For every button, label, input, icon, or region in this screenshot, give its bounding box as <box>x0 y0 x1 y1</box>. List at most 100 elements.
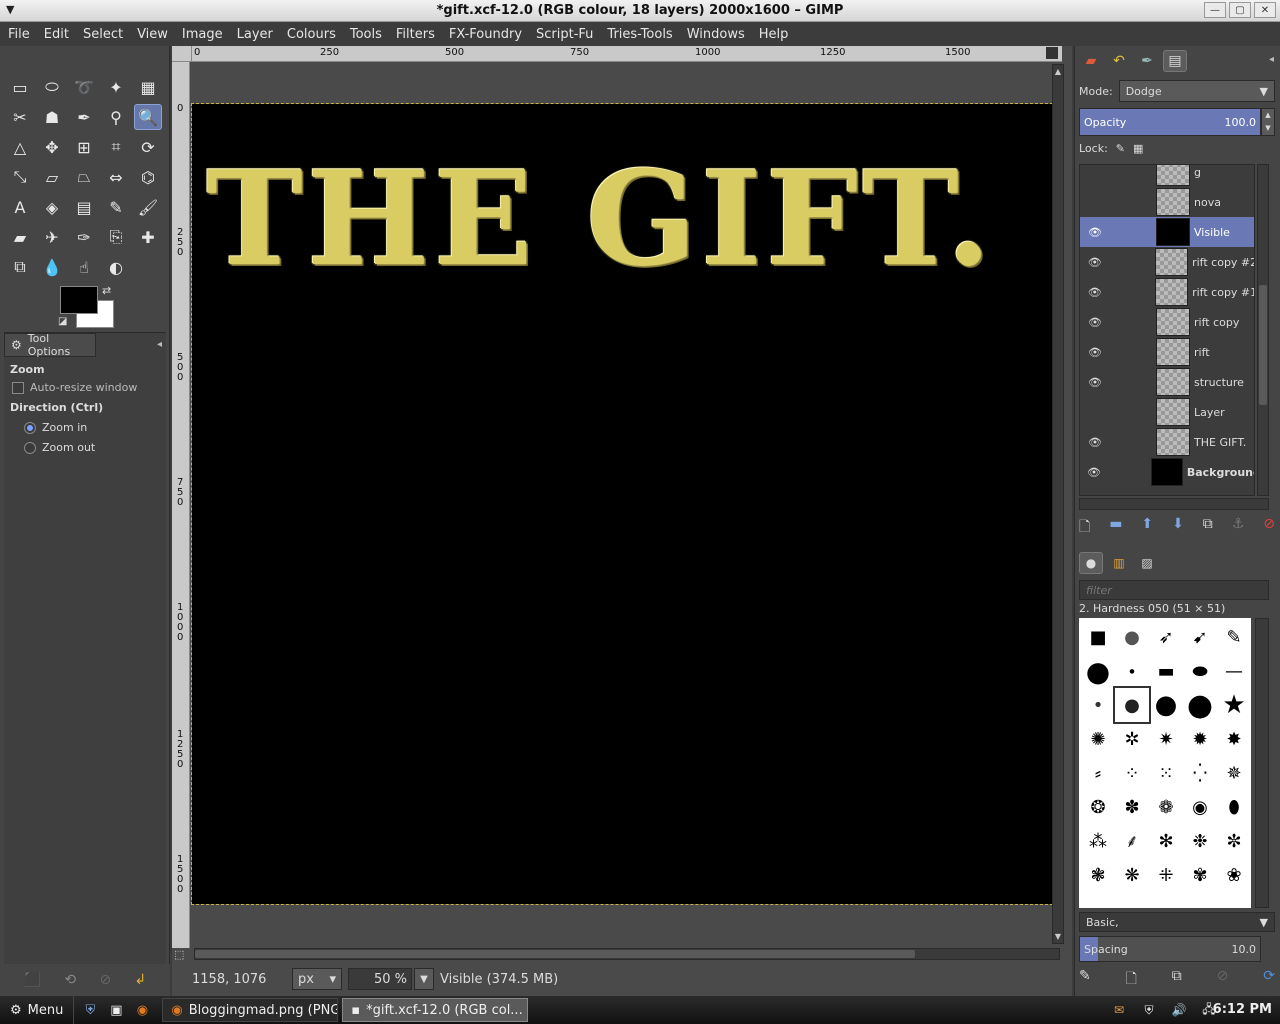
scissors-select-icon[interactable]: ✂ <box>6 104 34 130</box>
scale-icon[interactable]: ⤡ <box>6 164 34 190</box>
quick-mask-icon[interactable]: ⬚ <box>174 948 184 961</box>
brush-streak[interactable]: ➶ <box>1149 620 1183 654</box>
tab-tool-options[interactable]: ⚙ Tool Options <box>4 332 96 358</box>
brush-splatter-5[interactable]: ✸ <box>1217 722 1251 756</box>
menu-layer[interactable]: Layer <box>237 27 273 42</box>
layer-row[interactable]: g <box>1080 165 1254 187</box>
brush-texture-10[interactable]: ✼ <box>1217 824 1251 858</box>
tab-patterns[interactable]: ▥ <box>1107 552 1131 574</box>
brush-splatter-2[interactable]: ✲ <box>1115 722 1149 756</box>
firefox-icon[interactable]: ◉ <box>132 1000 152 1020</box>
brush-grass[interactable]: ⸗ <box>1081 756 1115 790</box>
menu-fx-foundry[interactable]: FX-Foundry <box>449 27 522 42</box>
brush-texture-9[interactable]: ❉ <box>1183 824 1217 858</box>
brush-texture-11[interactable]: ❃ <box>1081 858 1115 892</box>
layer-row[interactable]: Layer <box>1080 397 1254 427</box>
layer-row[interactable]: 👁 structure <box>1080 367 1254 397</box>
flip-icon[interactable]: ⇔ <box>102 164 130 190</box>
zoom-out-radio[interactable]: Zoom out <box>24 441 95 454</box>
duplicate-layer-icon[interactable]: ⧉ <box>1203 516 1213 540</box>
paths-icon[interactable]: ✒ <box>70 104 98 130</box>
tab-paths[interactable]: ✒ <box>1135 50 1159 72</box>
taskbar-task[interactable]: ◉ Bloggingmad.png (PNG I... <box>162 998 339 1022</box>
visibility-eye-icon[interactable]: 👁 <box>1080 256 1109 269</box>
brush-fuzzy[interactable]: ● <box>1115 620 1149 654</box>
scroll-up-icon[interactable]: ▲ <box>1053 67 1063 76</box>
visibility-eye-icon[interactable]: 👁 <box>1080 466 1108 479</box>
auto-resize-checkbox[interactable]: Auto-resize window <box>12 381 137 394</box>
brush-sponge-4[interactable]: ✵ <box>1217 756 1251 790</box>
brush-square[interactable]: ■ <box>1081 620 1115 654</box>
menu-filters[interactable]: Filters <box>396 27 435 42</box>
vertical-scrollbar[interactable]: ▲ ▼ <box>1052 64 1064 944</box>
duplicate-brush-icon[interactable]: ⧉ <box>1172 968 1182 992</box>
refresh-brushes-icon[interactable]: ⟳ <box>1263 968 1275 992</box>
brush-sponge-3[interactable]: ⁛ <box>1183 756 1217 790</box>
layer-row[interactable]: 👁 Visible <box>1080 217 1254 247</box>
brush-texture-1[interactable]: ❂ <box>1081 790 1115 824</box>
delete-layer-icon[interactable]: ⊘ <box>1263 516 1275 540</box>
move-icon[interactable]: ✥ <box>38 134 66 160</box>
brush-ellipse[interactable]: ⬬ <box>1183 654 1217 688</box>
brush-sponge-1[interactable]: ⁘ <box>1115 756 1149 790</box>
edit-brush-icon[interactable]: ✎ <box>1079 968 1091 992</box>
tab-layers[interactable]: ▰ <box>1079 50 1103 72</box>
zoom-in-radio[interactable]: Zoom in <box>24 421 87 434</box>
horizontal-ruler[interactable]: 0 250 500 750 1000 1250 1500 <box>192 46 1062 62</box>
spacing-slider[interactable]: Spacing 10.0 <box>1079 936 1261 962</box>
scrollbar-thumb[interactable] <box>195 950 915 958</box>
brush-texture-13[interactable]: ⁜ <box>1149 858 1183 892</box>
brushes-scrollbar[interactable] <box>1255 618 1269 908</box>
visibility-eye-icon[interactable]: 👁 <box>1080 226 1110 239</box>
menu-tools[interactable]: Tools <box>350 27 382 42</box>
tab-brushes[interactable]: ● <box>1079 552 1103 574</box>
align-icon[interactable]: ⊞ <box>70 134 98 160</box>
brush-splatter-4[interactable]: ✹ <box>1183 722 1217 756</box>
brush-circle[interactable]: ● <box>1081 654 1115 688</box>
visibility-eye-icon[interactable]: 👁 <box>1080 346 1110 359</box>
minimize-button[interactable]: — <box>1204 2 1226 18</box>
brush-texture-14[interactable]: ✾ <box>1183 858 1217 892</box>
layers-vertical-scrollbar[interactable] <box>1257 164 1269 496</box>
eraser-icon[interactable]: ▰ <box>6 224 34 250</box>
lower-layer-icon[interactable]: ⬇ <box>1172 516 1184 540</box>
pencil-icon[interactable]: ✎ <box>102 194 130 220</box>
airbrush-icon[interactable]: ✈ <box>38 224 66 250</box>
brush-dot[interactable]: ● <box>1115 654 1149 688</box>
menu-file[interactable]: File <box>8 27 30 42</box>
brush-texture-2[interactable]: ✽ <box>1115 790 1149 824</box>
brush-hardness-050[interactable]: ● <box>1113 686 1151 724</box>
menu-windows[interactable]: Windows <box>687 27 745 42</box>
layer-row[interactable]: 👁 rift <box>1080 337 1254 367</box>
horizontal-scrollbar[interactable] <box>194 948 1060 960</box>
visibility-eye-icon[interactable]: 👁 <box>1080 286 1109 299</box>
brush-line[interactable]: — <box>1217 654 1251 688</box>
brush-texture-15[interactable]: ❀ <box>1217 858 1251 892</box>
bucket-fill-icon[interactable]: ◈ <box>38 194 66 220</box>
reset-colors-icon[interactable]: ◪ <box>58 316 67 327</box>
visibility-eye-icon[interactable]: 👁 <box>1080 316 1110 329</box>
brush-hardness-100[interactable]: ● <box>1183 688 1217 723</box>
new-layer-icon[interactable]: 🗋 <box>1079 516 1090 540</box>
brush-texture-5[interactable]: ⬮ <box>1217 790 1251 824</box>
color-picker-icon[interactable]: ⚲ <box>102 104 130 130</box>
cage-icon[interactable]: ⌬ <box>134 164 162 190</box>
perspective-clone-icon[interactable]: ⧉ <box>6 254 34 280</box>
measure-icon[interactable]: △ <box>6 134 34 160</box>
brush-streak-3[interactable]: ✎ <box>1217 620 1251 654</box>
swap-colors-icon[interactable]: ⇄ <box>102 284 111 297</box>
tab-channels[interactable]: ▤ <box>1163 50 1187 72</box>
unit-select[interactable]: px ▾ <box>292 968 342 990</box>
shear-icon[interactable]: ▱ <box>38 164 66 190</box>
navigate-icon[interactable] <box>1046 47 1058 59</box>
image-canvas[interactable]: THE GIFT. <box>191 103 1053 905</box>
brush-texture-8[interactable]: ✻ <box>1149 824 1183 858</box>
brush-tag-filter[interactable]: filter <box>1079 580 1269 600</box>
foreground-color-swatch[interactable] <box>60 286 98 314</box>
brush-texture-7[interactable]: ⸙ <box>1115 824 1149 858</box>
menu-help[interactable]: Help <box>759 27 789 42</box>
crop-icon[interactable]: ⌗ <box>102 134 130 160</box>
blur-icon[interactable]: 💧 <box>38 254 66 280</box>
fuzzy-select-icon[interactable]: ✦ <box>102 74 130 100</box>
lock-alpha-icon[interactable]: ▦ <box>1133 142 1143 155</box>
